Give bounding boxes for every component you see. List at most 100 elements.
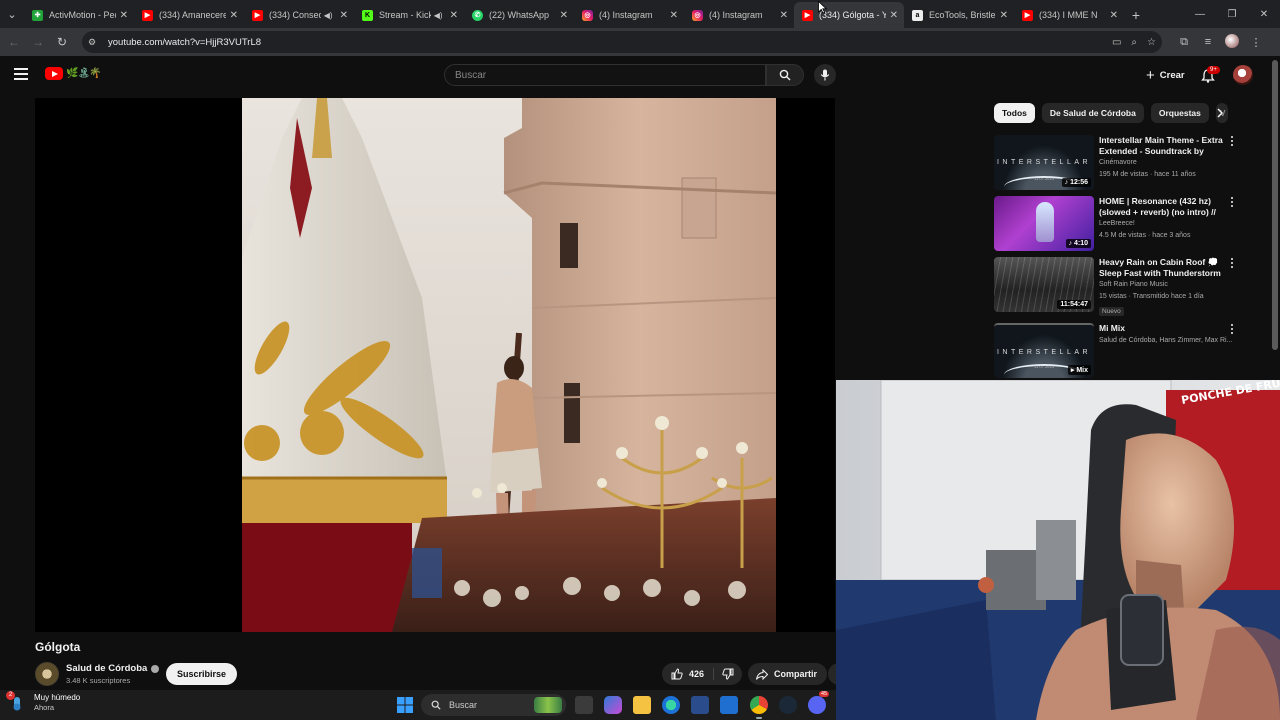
recommendation-channel[interactable]: Cinémavore (1099, 159, 1137, 166)
share-button[interactable]: Compartir (748, 663, 828, 685)
search-button[interactable] (766, 64, 804, 86)
restore-icon[interactable]: ❐ (1216, 0, 1248, 28)
subscribe-button[interactable]: Suscribirse (166, 663, 238, 685)
close-tab-icon[interactable]: ✕ (670, 10, 678, 21)
tab-kick[interactable]: K Stream - Kick ◀) ✕ (354, 2, 464, 28)
youtube-icon: ▶ (1022, 9, 1033, 21)
tab-title: (4) Instagram (709, 10, 763, 20)
taskbar-search[interactable]: Buscar (421, 694, 566, 716)
minimize-icon[interactable]: — (1184, 0, 1216, 28)
dislike-button[interactable] (714, 668, 742, 680)
close-tab-icon[interactable]: ✕ (120, 10, 128, 21)
tab-activmotion[interactable]: ✚ ActivMotion - Pedi ✕ (24, 2, 134, 28)
weather-widget[interactable]: 2 Muy húmedo Ahora (6, 691, 80, 713)
address-bar[interactable]: ⚙ youtube.com/watch?v=HjjR3VUTrL8 ▭ ⌕ ☆ (82, 31, 1162, 53)
tab-instagram-1[interactable]: ◎ (4) Instagram ✕ (574, 2, 684, 28)
menu-icon[interactable] (14, 68, 28, 80)
recommendation-title[interactable]: Mi Mix (1099, 323, 1223, 334)
recommendation-title[interactable]: Interstellar Main Theme - Extra Extended… (1099, 135, 1223, 157)
zoom-icon[interactable]: ⌕ (1131, 37, 1137, 48)
recommendation-channel[interactable]: Salud de Córdoba, Hans Zimmer, Max Ri... (1099, 337, 1232, 344)
recommendation-title[interactable]: Heavy Rain on Cabin Roof 💭 Sleep Fast wi… (1099, 257, 1223, 279)
mix-thumbnail[interactable]: INTERSTELLAR 11.07.2014 ▸ Mix (994, 323, 1094, 378)
channel-avatar[interactable] (35, 662, 59, 686)
mouse-cursor-icon (818, 1, 827, 14)
site-info-icon[interactable]: ⚙ (88, 37, 102, 48)
create-button[interactable]: + Crear (1138, 64, 1193, 86)
extensions-icon[interactable]: ⧉ (1172, 36, 1196, 49)
recommendation-channel[interactable]: LeeBreece! (1099, 220, 1135, 227)
tab-amazon[interactable]: a EcoTools, Bristle B ✕ (904, 2, 1014, 28)
close-tab-icon[interactable]: ✕ (230, 10, 238, 21)
channel-name-row[interactable]: Salud de Córdoba (66, 663, 160, 674)
more-options-icon[interactable] (1228, 257, 1236, 269)
close-window-icon[interactable]: ✕ (1248, 0, 1280, 28)
recommendation-item[interactable]: INTERSTELLAR 11.07.2014 ♪ 12:56 Interste… (994, 135, 1244, 190)
close-tab-icon[interactable]: ✕ (890, 10, 898, 21)
recommendation-mix[interactable]: INTERSTELLAR 11.07.2014 ▸ Mix Mi Mix Sal… (994, 323, 1244, 378)
tab-golgota-active[interactable]: ▶ (334) Gólgota - Y ✕ (794, 2, 904, 28)
url-text[interactable]: youtube.com/watch?v=HjjR3VUTrL8 (108, 37, 1102, 48)
tab-instagram-2[interactable]: ◎ (4) Instagram ✕ (684, 2, 794, 28)
more-options-icon[interactable] (1228, 135, 1236, 147)
reload-icon[interactable]: ↻ (50, 30, 74, 54)
media-control-icon[interactable]: ≡ (1196, 36, 1220, 48)
profile-icon[interactable] (1220, 33, 1244, 51)
chip-orquestas[interactable]: Orquestas (1150, 103, 1209, 123)
video-player[interactable] (35, 98, 835, 632)
chevron-right-icon[interactable] (1212, 105, 1228, 121)
new-tab-button[interactable]: + (1124, 2, 1148, 28)
close-tab-icon[interactable]: ✕ (780, 10, 788, 21)
more-options-icon[interactable] (1228, 323, 1236, 335)
speaker-icon[interactable]: ◀) (434, 11, 443, 20)
thumbs-down-icon (722, 668, 734, 680)
task-view-icon[interactable] (575, 696, 593, 714)
webcam-image: PONCHE DE FRUTAS (836, 380, 1280, 720)
close-tab-icon[interactable]: ✕ (450, 10, 458, 21)
close-tab-icon[interactable]: ✕ (560, 10, 568, 21)
cast-icon[interactable]: ▭ (1112, 37, 1121, 48)
copilot-icon[interactable] (604, 696, 622, 714)
page-scrollbar[interactable] (1272, 60, 1278, 350)
video-thumbnail[interactable]: ♪ 4:10 (994, 196, 1094, 251)
tab-search-icon[interactable]: ⌄ (0, 0, 24, 28)
microsoft-store-icon[interactable] (691, 696, 709, 714)
video-thumbnail[interactable]: INTERSTELLAR 11.07.2014 ♪ 12:56 (994, 135, 1094, 190)
close-tab-icon[interactable]: ✕ (1110, 10, 1118, 21)
video-frame[interactable] (242, 98, 776, 632)
doodle-icon[interactable]: 🌿🏝🌴 (66, 68, 102, 79)
account-avatar[interactable] (1233, 65, 1253, 85)
speaker-icon[interactable]: ◀) (324, 11, 333, 20)
close-tab-icon[interactable]: ✕ (1000, 10, 1008, 21)
forward-icon[interactable]: → (26, 30, 50, 54)
tab-title: Stream - Kick (379, 10, 431, 20)
voice-search-button[interactable] (814, 64, 836, 86)
youtube-logo-icon[interactable] (45, 67, 63, 80)
bookmark-star-icon[interactable]: ☆ (1147, 37, 1156, 48)
recommendation-item[interactable]: 11:54:47 Heavy Rain on Cabin Roof 💭 Slee… (994, 257, 1244, 316)
search-input[interactable]: Buscar (444, 64, 766, 86)
tab-youtube-consequ[interactable]: ▶ (334) Consequ ◀) ✕ (244, 2, 354, 28)
edge-icon[interactable] (662, 696, 680, 714)
like-button[interactable]: 426 (662, 668, 714, 680)
channel-name[interactable]: Salud de Córdoba (66, 663, 147, 674)
tab-youtube-immen[interactable]: ▶ (334) I MME N ✕ (1014, 2, 1124, 28)
video-thumbnail[interactable]: 11:54:47 (994, 257, 1094, 312)
more-options-icon[interactable] (1228, 196, 1236, 208)
recommendation-item[interactable]: ♪ 4:10 HOME | Resonance (432 hz) (slowed… (994, 196, 1244, 251)
chip-todos[interactable]: Todos (994, 103, 1035, 123)
outlook-icon[interactable] (720, 696, 738, 714)
close-tab-icon[interactable]: ✕ (340, 10, 348, 21)
windows-start-icon[interactable] (396, 696, 414, 714)
steam-icon[interactable] (779, 696, 797, 714)
recommendation-title[interactable]: HOME | Resonance (432 hz) (slowed + reve… (1099, 196, 1223, 218)
chip-de-salud-de-cordoba[interactable]: De Salud de Córdoba (1041, 103, 1144, 123)
tab-whatsapp[interactable]: ✆ (22) WhatsApp ✕ (464, 2, 574, 28)
back-icon[interactable]: ← (2, 30, 26, 54)
recommendation-channel[interactable]: Soft Rain Piano Music (1099, 281, 1168, 288)
tab-youtube-amanecere[interactable]: ▶ (334) Amanecere ✕ (134, 2, 244, 28)
menu-kebab-icon[interactable]: ⋮ (1244, 36, 1268, 49)
discord-icon[interactable]: 45 (808, 691, 830, 714)
chrome-icon[interactable] (750, 696, 768, 714)
file-explorer-icon[interactable] (633, 696, 651, 714)
